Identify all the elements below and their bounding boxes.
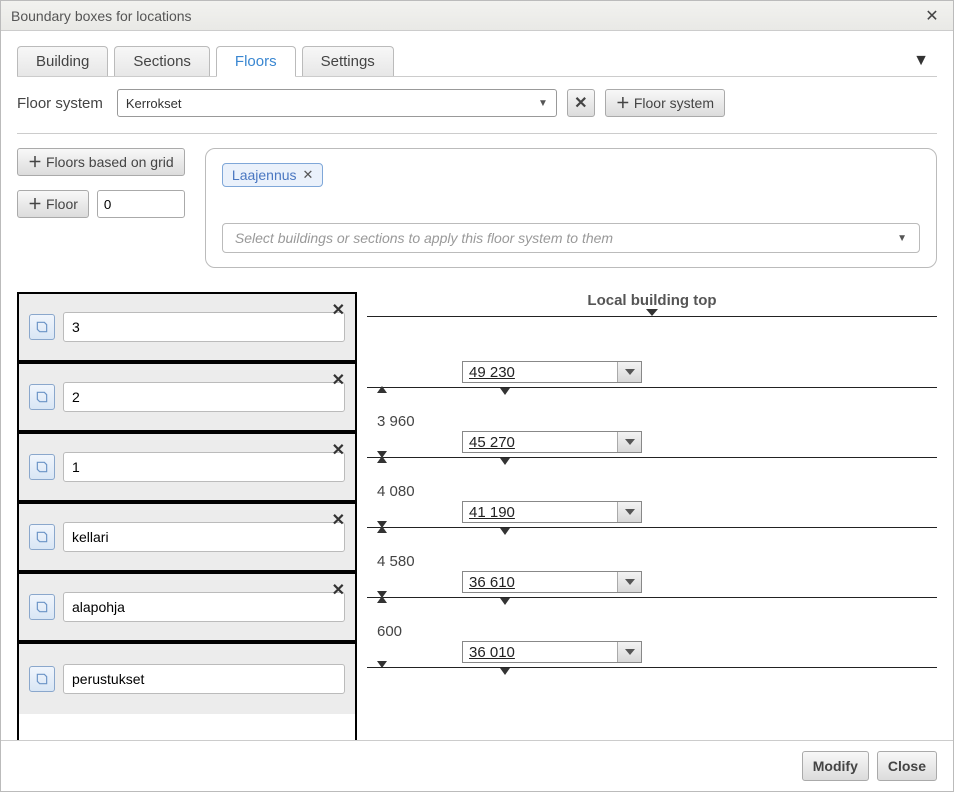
floor-icon[interactable] xyxy=(29,384,55,410)
chevron-down-icon: ▼ xyxy=(538,98,548,109)
elevation-value: 36 010 xyxy=(463,644,617,661)
level-row: 49 230 xyxy=(367,317,937,387)
elevation-dropdown-icon[interactable] xyxy=(617,642,641,662)
elevation-field[interactable]: 36 010 xyxy=(462,641,642,663)
floor-system-value: Kerrokset xyxy=(126,96,182,111)
floor-system-label: Floor system xyxy=(17,95,103,112)
titlebar: Boundary boxes for locations ✕ xyxy=(1,1,953,31)
floor-row: ✕ xyxy=(19,574,355,644)
triangle-up-icon xyxy=(377,386,387,393)
elevation-field[interactable]: 45 270 xyxy=(462,431,642,453)
elevation-dropdown-icon[interactable] xyxy=(617,432,641,452)
tab-floors[interactable]: Floors xyxy=(216,46,296,77)
floor-row: ✕ xyxy=(19,434,355,504)
tab-menu-icon[interactable]: ▼ xyxy=(913,52,929,70)
elevation-value: 49 230 xyxy=(463,364,617,381)
elevation-dropdown-icon[interactable] xyxy=(617,572,641,592)
level-row xyxy=(367,667,937,737)
tab-building[interactable]: Building xyxy=(17,46,108,76)
selection-combobox[interactable]: Select buildings or sections to apply th… xyxy=(222,223,920,253)
floor-number-input[interactable] xyxy=(97,190,185,218)
floor-icon[interactable] xyxy=(29,314,55,340)
chevron-down-icon: ▼ xyxy=(897,233,907,244)
plus-icon: ＋ xyxy=(28,194,42,214)
local-building-top-label: Local building top xyxy=(367,292,937,309)
floor-name-input[interactable] xyxy=(63,664,345,694)
floor-gap-value: 600 xyxy=(377,623,402,640)
triangle-up-icon xyxy=(377,526,387,533)
floor-system-row: Floor system Kerrokset ▼ ✕ ＋ Floor syste… xyxy=(17,89,937,117)
close-button[interactable]: Close xyxy=(877,751,937,781)
selection-chip[interactable]: Laajennus ✕ xyxy=(222,163,324,187)
floor-row: ✕ xyxy=(19,504,355,574)
floor-row: ✕ xyxy=(19,364,355,434)
tab-sections[interactable]: Sections xyxy=(114,46,210,76)
floor-name-input[interactable] xyxy=(63,382,345,412)
floor-icon[interactable] xyxy=(29,524,55,550)
floor-name-input[interactable] xyxy=(63,522,345,552)
remove-floor-icon[interactable]: ✕ xyxy=(332,440,345,460)
level-row: 4 080 41 190 xyxy=(367,457,937,527)
floor-name-input[interactable] xyxy=(63,452,345,482)
close-icon[interactable]: ✕ xyxy=(921,5,943,27)
add-floor-button[interactable]: ＋ Floor xyxy=(17,190,89,218)
floors-based-on-grid-button[interactable]: ＋ Floors based on grid xyxy=(17,148,185,176)
elevation-field[interactable]: 36 610 xyxy=(462,571,642,593)
triangle-down-icon xyxy=(646,309,658,316)
plus-icon: ＋ xyxy=(28,152,42,172)
floor-name-input[interactable] xyxy=(63,592,345,622)
floor-gap-value: 4 080 xyxy=(377,483,415,500)
floor-icon[interactable] xyxy=(29,454,55,480)
floor-system-select[interactable]: Kerrokset ▼ xyxy=(117,89,557,117)
tab-settings[interactable]: Settings xyxy=(302,46,394,76)
elevation-value: 36 610 xyxy=(463,574,617,591)
level-row: 600 36 010 xyxy=(367,597,937,667)
elevation-dropdown-icon[interactable] xyxy=(617,502,641,522)
remove-floor-system-button[interactable]: ✕ xyxy=(567,89,595,117)
level-row: 4 580 36 610 xyxy=(367,527,937,597)
add-floor-system-button[interactable]: ＋ Floor system xyxy=(605,89,725,117)
elevation-value: 41 190 xyxy=(463,504,617,521)
triangle-up-icon xyxy=(377,456,387,463)
elevation-dropdown-icon[interactable] xyxy=(617,362,641,382)
triangle-up-icon xyxy=(377,596,387,603)
remove-floor-icon[interactable]: ✕ xyxy=(332,510,345,530)
floor-gap-value: 3 960 xyxy=(377,413,415,430)
elevation-value: 45 270 xyxy=(463,434,617,451)
remove-floor-icon[interactable]: ✕ xyxy=(332,370,345,390)
level-row: 3 960 45 270 xyxy=(367,387,937,457)
remove-floor-icon[interactable]: ✕ xyxy=(332,300,345,320)
chip-remove-icon[interactable]: ✕ xyxy=(303,167,314,183)
elevation-field[interactable]: 41 190 xyxy=(462,501,642,523)
modify-button[interactable]: Modify xyxy=(802,751,869,781)
floor-list: ✕ ✕ ✕ ✕ ✕ ✕ xyxy=(17,292,357,777)
elevation-field[interactable]: 49 230 xyxy=(462,361,642,383)
floor-row: ✕ xyxy=(19,294,355,364)
selection-panel: Laajennus ✕ Select buildings or sections… xyxy=(205,148,937,268)
floor-row: ✕ xyxy=(19,644,355,714)
floor-icon[interactable] xyxy=(29,594,55,620)
floor-gap-value: 4 580 xyxy=(377,553,415,570)
footer: Modify Close xyxy=(1,740,953,791)
plus-icon: ＋ xyxy=(616,93,630,113)
remove-floor-icon[interactable]: ✕ xyxy=(332,580,345,600)
tabs: Building Sections Floors Settings ▼ xyxy=(17,45,937,77)
floor-name-input[interactable] xyxy=(63,312,345,342)
floor-icon[interactable] xyxy=(29,666,55,692)
window-title: Boundary boxes for locations xyxy=(11,8,921,24)
